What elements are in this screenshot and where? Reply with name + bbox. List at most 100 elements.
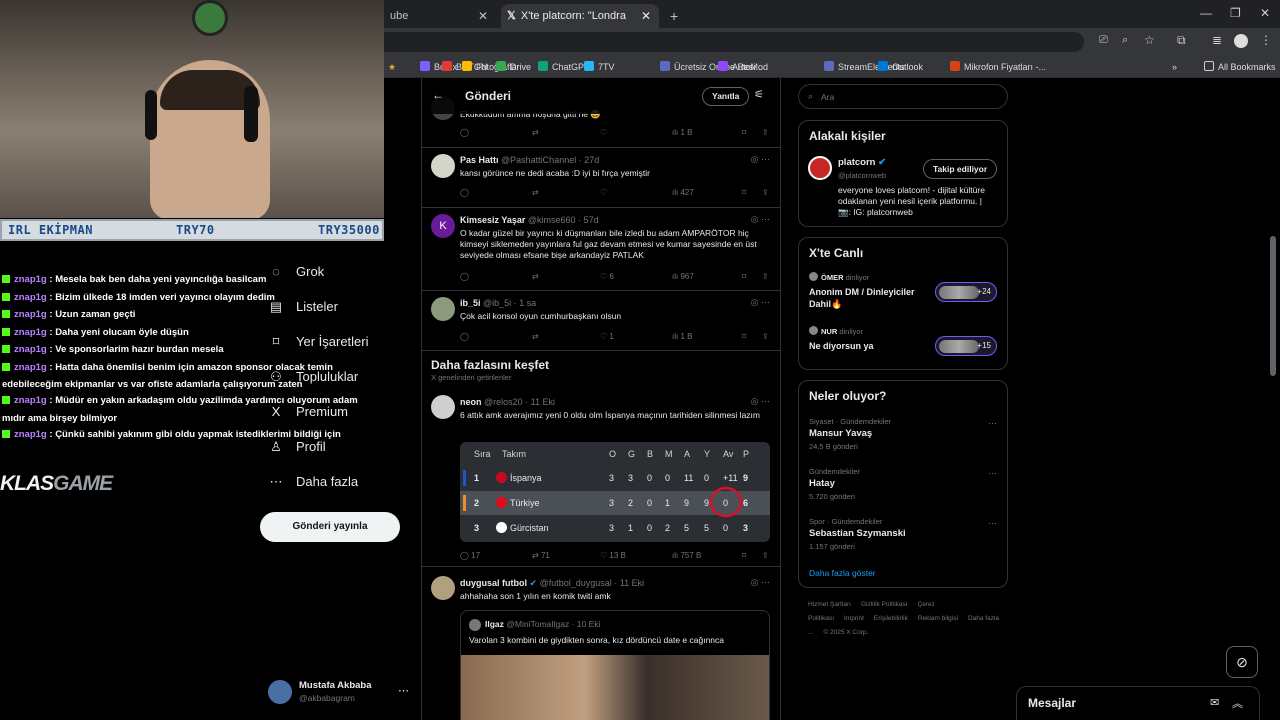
- back-arrow-icon[interactable]: ←: [432, 88, 444, 102]
- views-icon[interactable]: ılı 1 B: [672, 332, 692, 341]
- retweet-icon[interactable]: ⇄: [532, 272, 539, 281]
- bookmark-7[interactable]: AutoMod: [718, 59, 768, 75]
- reply-icon[interactable]: ◯: [460, 332, 469, 341]
- new-message-icon[interactable]: ✉: [1210, 696, 1219, 709]
- more-icon[interactable]: ⋯: [988, 418, 997, 429]
- bookmark-5[interactable]: 7TV: [584, 59, 615, 75]
- sidebar-item-profil[interactable]: ♙ Profil: [268, 439, 325, 455]
- sidebar-item-listeler[interactable]: ▤ Listeler: [268, 299, 338, 315]
- quoted-tweet[interactable]: Ilgaz @MiniTomaIlgaz · 10 Eki Varolan 3 …: [460, 610, 770, 720]
- live-listeners[interactable]: +15: [935, 336, 997, 356]
- share-icon[interactable]: ⇪: [762, 551, 769, 560]
- sidebar-item-yeriaretleri[interactable]: ⌑ Yer İşaretleri: [268, 334, 369, 350]
- views-icon[interactable]: ılı 427: [672, 188, 694, 197]
- bookmark-icon[interactable]: ⌑: [742, 272, 746, 281]
- account-menu-icon[interactable]: ⋯: [398, 684, 409, 697]
- trend-name[interactable]: Hatay: [809, 478, 835, 489]
- search-input[interactable]: ⌕ Ara: [798, 84, 1008, 109]
- scrollbar[interactable]: [1270, 236, 1276, 376]
- footer-link[interactable]: Gizlilik Politikası: [861, 601, 908, 608]
- more-bookmarks-icon[interactable]: »: [1172, 59, 1177, 75]
- avatar[interactable]: [808, 156, 832, 180]
- trend-name[interactable]: Sebastian Szymanski: [809, 528, 906, 539]
- following-button[interactable]: Takip ediliyor: [923, 159, 998, 179]
- retweet-icon[interactable]: ⇄: [532, 128, 539, 137]
- sidebar-item-premium[interactable]: X Premium: [268, 404, 348, 419]
- bookmark-icon[interactable]: ⌑: [742, 188, 746, 197]
- person-name[interactable]: platcorn ✔: [838, 157, 886, 168]
- reply-button[interactable]: Yanıtla: [702, 87, 750, 106]
- quote-image[interactable]: [461, 655, 769, 720]
- bookmark-icon[interactable]: ★: [388, 59, 396, 75]
- tweet[interactable]: Pas Hattı @PashattiChannel · 27d ◎ ⋯ kan…: [422, 148, 780, 208]
- sliders-icon[interactable]: ⚟: [754, 88, 764, 101]
- sidebar-item-dahafazla[interactable]: ⋯ Daha fazla: [268, 474, 359, 490]
- views-icon[interactable]: ılı 967: [672, 272, 694, 281]
- media-icon[interactable]: ≣: [1212, 33, 1222, 47]
- avatar[interactable]: K: [431, 214, 455, 238]
- extensions-icon[interactable]: ⧉: [1177, 33, 1186, 48]
- like-icon[interactable]: ♡ 1: [600, 332, 614, 341]
- tweet[interactable]: ib_5i @ib_5i · 1 sa ◎ ⋯ Çok acil konsol …: [422, 291, 780, 351]
- sidebar-item-grok[interactable]: ◌ Grok: [268, 264, 324, 279]
- tweet[interactable]: K Kimsesiz Yaşar @kimse660 · 57d ◎ ⋯ O k…: [422, 208, 780, 291]
- avatar[interactable]: [268, 680, 292, 704]
- bookmark-icon[interactable]: ⌑: [742, 128, 746, 137]
- share-icon[interactable]: ⇪: [762, 272, 769, 281]
- avatar[interactable]: [431, 154, 455, 178]
- footer-link[interactable]: Reklam bilgisi: [918, 615, 958, 622]
- more-icon[interactable]: ⋯: [988, 468, 997, 479]
- messages-drawer[interactable]: Mesajlar ✉ ︽: [1016, 686, 1260, 720]
- share-icon[interactable]: ⇪: [762, 332, 769, 341]
- more-icon[interactable]: ◎ ⋯: [751, 396, 770, 407]
- bookmark-star-icon[interactable]: ☆: [1144, 33, 1155, 47]
- close-window-icon[interactable]: ✕: [1260, 6, 1270, 20]
- reply-icon[interactable]: ◯: [460, 272, 469, 281]
- restore-icon[interactable]: ❐: [1230, 6, 1241, 20]
- avatar[interactable]: [431, 395, 455, 419]
- avatar[interactable]: [431, 297, 455, 321]
- reply-icon[interactable]: ◯: [460, 128, 469, 137]
- post-button[interactable]: Gönderi yayınla: [260, 512, 400, 542]
- reply-icon[interactable]: ◯: [460, 188, 469, 197]
- views-icon[interactable]: ılı 1 B: [672, 128, 692, 137]
- sidebar-item-topluluklar[interactable]: ⚇ Topluluklar: [268, 369, 358, 385]
- more-icon[interactable]: ⋯: [988, 518, 997, 529]
- bookmark-icon[interactable]: ⌑: [742, 551, 746, 560]
- footer-link[interactable]: © 2025 X Corp.: [823, 629, 868, 636]
- tab-x-platcorn[interactable]: 𝕏X'te platcorn: "Londra sokakları✕: [501, 4, 659, 46]
- live-title[interactable]: Ne diyorsun ya: [809, 340, 927, 352]
- bookmark-icon[interactable]: ⌑: [742, 332, 746, 341]
- more-icon[interactable]: ◎ ⋯: [751, 297, 770, 308]
- footer-link[interactable]: Imprint: [844, 615, 864, 622]
- views-icon[interactable]: ılı 757 B: [672, 551, 701, 560]
- zoom-icon[interactable]: ⌕: [1122, 34, 1128, 47]
- live-title[interactable]: Anonim DM / Dinleyiciler Dahil🔥: [809, 286, 927, 310]
- tweet[interactable]: duygusal futbol ✔ @futbol_duygusal · 11 …: [422, 568, 780, 720]
- trend-name[interactable]: Mansur Yavaş: [809, 428, 872, 439]
- show-more-link[interactable]: Daha fazla göster: [809, 568, 876, 578]
- standings-table-image[interactable]: Sıra Takım O G B M A Y Av P 1 İspanya 3 3 0 0 11 0 +11 9 2 T…: [460, 442, 770, 542]
- bookmark-4[interactable]: ChatGPT: [538, 59, 590, 75]
- install-icon[interactable]: ⎚: [1099, 34, 1108, 47]
- avatar[interactable]: [431, 576, 455, 600]
- all-bookmarks[interactable]: All Bookmarks: [1204, 59, 1276, 75]
- retweet-icon[interactable]: ⇄: [532, 332, 539, 341]
- retweet-icon[interactable]: ⇄: [532, 188, 539, 197]
- retweet-icon[interactable]: ⇄ 71: [532, 551, 550, 560]
- bookmark-10[interactable]: Mikrofon Fiyatları -...: [950, 59, 1046, 75]
- share-icon[interactable]: ⇪: [762, 128, 769, 137]
- new-tab-button[interactable]: +: [664, 4, 684, 28]
- address-bar[interactable]: [384, 32, 1084, 52]
- more-icon[interactable]: ◎ ⋯: [751, 214, 770, 225]
- share-icon[interactable]: ⇪: [762, 188, 769, 197]
- like-icon[interactable]: ♡ 13 B: [600, 551, 626, 560]
- like-icon[interactable]: ♡: [600, 128, 607, 137]
- tab-youtube[interactable]: ube ✕: [384, 4, 496, 28]
- bookmark-9[interactable]: Outlook: [878, 59, 923, 75]
- like-icon[interactable]: ♡ 6: [600, 272, 614, 281]
- like-icon[interactable]: ♡: [600, 188, 607, 197]
- chevron-up-icon[interactable]: ︽: [1232, 695, 1243, 711]
- footer-link[interactable]: Erişilebilirlik: [874, 615, 908, 622]
- more-icon[interactable]: ◎ ⋯: [751, 154, 770, 165]
